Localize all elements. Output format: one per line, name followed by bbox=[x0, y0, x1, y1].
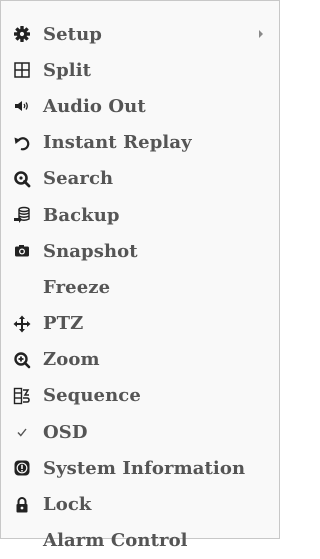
ptz-move-icon bbox=[11, 314, 33, 334]
checkmark-icon bbox=[11, 422, 33, 442]
menu-item-label: OSD bbox=[43, 421, 88, 443]
lock-icon bbox=[11, 495, 33, 515]
menu-item-backup[interactable]: Backup bbox=[1, 197, 279, 233]
menu-item-label: Search bbox=[43, 168, 114, 190]
menu-item-ptz[interactable]: PTZ bbox=[1, 306, 279, 342]
menu-item-label: Snapshot bbox=[43, 240, 138, 262]
menu-item-label: Lock bbox=[43, 494, 92, 516]
search-icon bbox=[11, 169, 33, 189]
menu-item-label: Instant Replay bbox=[43, 132, 192, 154]
menu-item-sequence[interactable]: Sequence bbox=[1, 378, 279, 414]
menu-item-osd[interactable]: OSD bbox=[1, 414, 279, 450]
submenu-arrow-icon bbox=[259, 30, 263, 39]
menu-item-label: PTZ bbox=[43, 313, 84, 335]
menu-item-system-information[interactable]: System Information bbox=[1, 450, 279, 486]
menu-item-label: Audio Out bbox=[43, 95, 146, 117]
menu-item-snapshot[interactable]: Snapshot bbox=[1, 233, 279, 269]
sequence-icon bbox=[11, 386, 33, 406]
menu-item-instant-replay[interactable]: Instant Replay bbox=[1, 125, 279, 161]
menu-item-label: System Information bbox=[43, 457, 246, 479]
split-grid-icon bbox=[11, 60, 33, 80]
menu-item-audio-out[interactable]: Audio Out bbox=[1, 88, 279, 124]
alert-icon bbox=[11, 458, 33, 478]
gear-icon bbox=[11, 24, 33, 44]
menu-item-setup[interactable]: Setup bbox=[1, 16, 279, 52]
camera-icon bbox=[11, 241, 33, 261]
menu-item-label: Sequence bbox=[43, 385, 141, 407]
backup-icon bbox=[11, 205, 33, 225]
menu-item-split[interactable]: Split bbox=[1, 52, 279, 88]
menu-item-label: Setup bbox=[43, 23, 102, 45]
speaker-icon bbox=[11, 96, 33, 116]
zoom-icon bbox=[11, 350, 33, 370]
menu-item-label: Zoom bbox=[43, 349, 100, 371]
freeze-icon-slot bbox=[11, 277, 33, 297]
menu-item-label: Backup bbox=[43, 204, 120, 226]
menu-item-label: Split bbox=[43, 59, 92, 81]
menu-item-lock[interactable]: Lock bbox=[1, 486, 279, 522]
replay-icon bbox=[11, 133, 33, 153]
menu-item-label: Freeze bbox=[43, 276, 111, 298]
menu-item-freeze[interactable]: Freeze bbox=[1, 269, 279, 305]
menu-item-search[interactable]: Search bbox=[1, 161, 279, 197]
context-menu: Setup Split Audio Out Instant Replay Sea… bbox=[0, 0, 280, 551]
menu-item-zoom[interactable]: Zoom bbox=[1, 342, 279, 378]
